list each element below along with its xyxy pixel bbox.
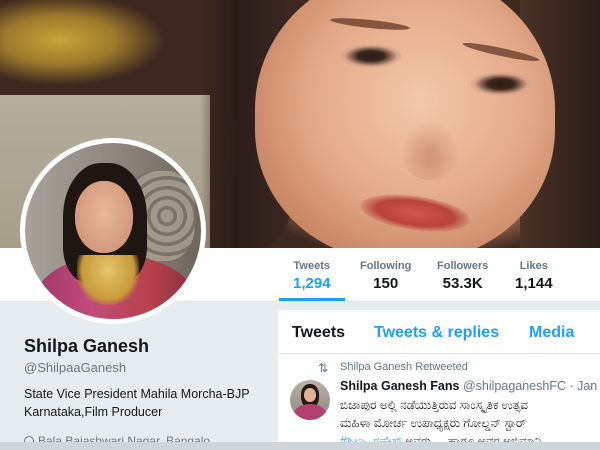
tweet-avatar-face	[304, 388, 316, 402]
stat-tweets-value: 1,294	[293, 275, 331, 292]
tab-tweets-and-replies[interactable]: Tweets & replies	[374, 324, 499, 342]
bottom-scroll-strip	[0, 442, 600, 450]
tweet-line-2: ಮಹಿಳಾ ಮೋರ್ಚ ಉಪಾಧ್ಯಕ್ಷರು ಗೋಲ್ಡನ್ ಸ್ಟಾರ್	[340, 416, 527, 430]
stat-likes[interactable]: Likes 1,144	[515, 260, 553, 292]
tweet-header: Shilpa Ganesh Fans @shilpaganeshFC · Jan…	[340, 379, 600, 393]
tweet-author-avatar[interactable]	[290, 380, 330, 420]
retweet-context[interactable]: Shilpa Ganesh Retweeted	[340, 361, 468, 373]
stat-tweets[interactable]: Tweets 1,294	[279, 260, 344, 301]
avatar-photo	[25, 143, 201, 319]
profile-avatar[interactable]	[20, 138, 206, 324]
profile-bio: State Vice President Mahila Morcha-BJP K…	[24, 385, 264, 421]
avatar-necklace	[77, 255, 139, 305]
avatar-face	[75, 181, 133, 253]
banner-eye-right	[470, 72, 532, 96]
timeline: Tweets Tweets & replies Media ⇅ Shilpa G…	[278, 310, 600, 450]
tab-tweets[interactable]: Tweets	[292, 324, 345, 342]
tweet-avatar-body	[294, 404, 326, 420]
retweet-icon: ⇅	[318, 361, 329, 375]
profile-name[interactable]: Shilpa Ganesh	[24, 336, 149, 357]
stat-likes-value: 1,144	[515, 275, 553, 292]
stat-followers[interactable]: Followers 53.3K	[437, 260, 488, 292]
bio-line-2: Karnataka,Film Producer	[24, 405, 163, 419]
profile-handle[interactable]: @ShilpaaGanesh	[24, 360, 126, 375]
banner-eye-left	[340, 44, 402, 68]
tweet-line-1: ಬಿಜಾಪುರ ಅಲ್ಲಿ ನಡೆಯುತ್ತಿರುವ ಸಾಂಸ್ಕೃತಿಕ ಉತ…	[340, 398, 528, 412]
tweet-meta[interactable]: @shilpaganeshFC · Jan 7	[463, 379, 600, 393]
stat-followers-label: Followers	[437, 260, 489, 272]
stat-following-label: Following	[360, 260, 412, 272]
stat-following[interactable]: Following 150	[360, 260, 411, 292]
timeline-tabs: Tweets Tweets & replies Media	[278, 310, 600, 354]
tab-media[interactable]: Media	[529, 324, 574, 342]
stat-likes-label: Likes	[519, 260, 548, 272]
stat-followers-value: 53.3K	[442, 275, 483, 292]
bio-line-1: State Vice President Mahila Morcha-BJP	[24, 387, 250, 401]
tweet-author-name[interactable]: Shilpa Ganesh Fans	[340, 379, 459, 393]
banner-nose	[400, 120, 460, 180]
profile-card	[0, 302, 270, 450]
stat-following-value: 150	[373, 275, 399, 292]
stat-tweets-label: Tweets	[293, 260, 331, 272]
